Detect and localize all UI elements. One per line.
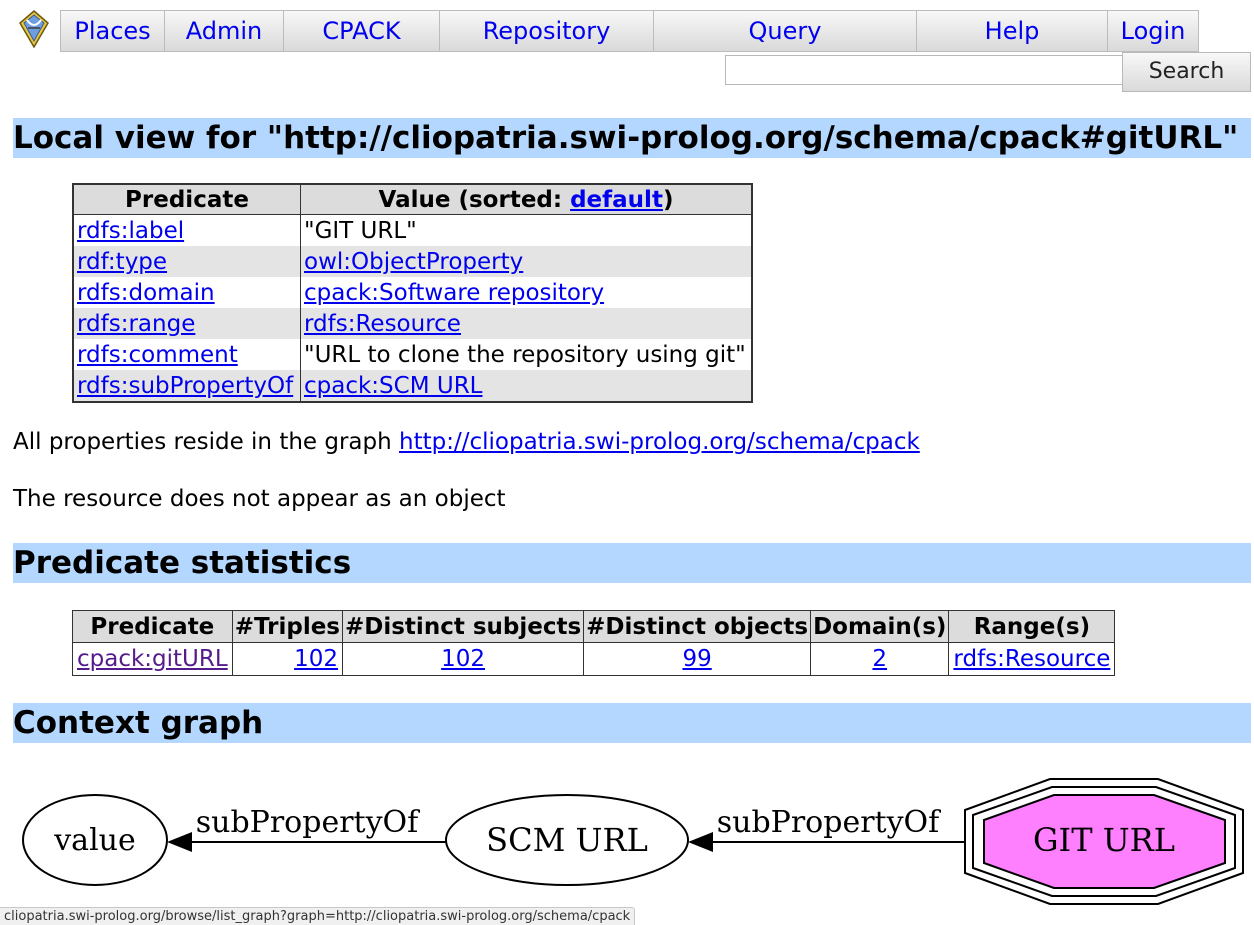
table-row: cpack:gitURL 102 102 99 2 rdfs:Resource — [72, 642, 1116, 676]
menu-item-cpack[interactable]: CPACK — [284, 11, 440, 51]
local-view-table: Predicate Value (sorted: default) rdfs:l… — [72, 183, 753, 403]
graph-node-scm-url-label: SCM URL — [486, 821, 648, 859]
menu-item-repository[interactable]: Repository — [440, 11, 654, 51]
distinct-objects-link[interactable]: 99 — [682, 646, 711, 672]
graph-edge-label-2: subPropertyOf — [717, 805, 941, 840]
value-cell: owl:ObjectProperty — [300, 246, 753, 277]
graph-note-text: All properties reside in the graph — [13, 429, 400, 455]
graph-edge-subpropertyof-1: subPropertyOf — [167, 805, 446, 852]
stats-header-ranges: Range(s) — [948, 610, 1116, 643]
stats-header-distinct-subjects: #Distinct subjects — [341, 610, 585, 643]
predicate-link[interactable]: rdfs:domain — [77, 280, 215, 306]
stats-header-triples: #Triples — [231, 610, 344, 643]
ranges-link[interactable]: rdfs:Resource — [953, 646, 1110, 672]
domains-link[interactable]: 2 — [872, 646, 887, 672]
graph-node-value-label: value — [53, 823, 136, 858]
search-input[interactable] — [725, 55, 1134, 85]
sort-default-link[interactable]: default — [570, 187, 663, 213]
table-row: rdfs:comment "URL to clone the repository… — [73, 339, 753, 370]
value-link[interactable]: owl:ObjectProperty — [304, 249, 523, 275]
object-note: The resource does not appear as an objec… — [13, 486, 506, 512]
menu-item-admin[interactable]: Admin — [165, 11, 284, 51]
graph-edge-subpropertyof-2: subPropertyOf — [688, 805, 965, 852]
table-row: rdfs:range rdfs:Resource — [73, 308, 753, 339]
stats-cell-distinct-subjects: 102 — [341, 642, 585, 676]
value-cell: "GIT URL" — [300, 214, 753, 246]
predicate-link[interactable]: rdfs:comment — [77, 342, 238, 368]
graph-node-git-url[interactable]: GIT URL — [964, 778, 1244, 905]
predicate-statistics-table: Predicate #Triples #Distinct subjects #D… — [72, 610, 1116, 676]
value-literal: "GIT URL" — [304, 217, 417, 244]
stats-header-predicate: Predicate — [72, 610, 233, 643]
triples-link[interactable]: 102 — [294, 646, 338, 672]
value-link[interactable]: cpack:Software repository — [304, 280, 604, 306]
menu-item-query[interactable]: Query — [654, 11, 917, 51]
stats-cell-triples: 102 — [231, 642, 344, 676]
table-row: rdf:type owl:ObjectProperty — [73, 246, 753, 277]
table-row: rdfs:subPropertyOf cpack:SCM URL — [73, 370, 753, 402]
menu-item-login[interactable]: Login — [1108, 11, 1199, 51]
menu-item-places[interactable]: Places — [61, 11, 165, 51]
predicate-link[interactable]: rdfs:range — [77, 311, 195, 337]
value-cell: cpack:SCM URL — [300, 370, 753, 402]
page-title: Local view for "http://cliopatria.swi-pr… — [13, 118, 1251, 158]
predicate-link[interactable]: rdfs:subPropertyOf — [77, 373, 293, 399]
value-literal: "URL to clone the repository using git" — [304, 341, 746, 368]
predicate-link[interactable]: cpack:gitURL — [77, 646, 228, 672]
column-header-predicate: Predicate — [72, 183, 301, 215]
value-cell: cpack:Software repository — [300, 277, 753, 308]
stats-cell-predicate: cpack:gitURL — [72, 642, 233, 676]
stats-cell-ranges: rdfs:Resource — [948, 642, 1116, 676]
menu-item-help[interactable]: Help — [917, 11, 1108, 51]
status-bar-url: cliopatria.swi-prolog.org/browse/list_gr… — [0, 907, 636, 925]
predicate-link[interactable]: rdfs:label — [77, 218, 184, 244]
table-row: rdfs:label "GIT URL" — [73, 214, 753, 246]
predicate-statistics-heading: Predicate statistics — [13, 543, 1251, 583]
graph-node-git-url-label: GIT URL — [1033, 821, 1175, 859]
distinct-subjects-link[interactable]: 102 — [441, 646, 485, 672]
stats-cell-distinct-objects: 99 — [583, 642, 812, 676]
context-graph: value subPropertyOf SCM URL subPropertyO… — [22, 778, 1244, 905]
predicate-cell: rdfs:label — [73, 214, 301, 246]
column-header-value: Value (sorted: default) — [300, 183, 753, 215]
predicate-cell: rdfs:range — [73, 308, 301, 339]
main-menu: Places Admin CPACK Repository Query Help… — [60, 10, 1199, 52]
stats-header-distinct-objects: #Distinct objects — [583, 610, 812, 643]
value-header-prefix: Value (sorted: — [378, 186, 571, 213]
graph-edge-label-1: subPropertyOf — [196, 805, 420, 840]
value-link[interactable]: cpack:SCM URL — [304, 373, 483, 399]
value-link[interactable]: rdfs:Resource — [304, 311, 461, 337]
cliopatria-logo-icon[interactable] — [18, 10, 50, 49]
context-graph-heading: Context graph — [13, 703, 1251, 743]
value-cell: rdfs:Resource — [300, 308, 753, 339]
graph-note: All properties reside in the graph http:… — [13, 429, 920, 455]
graph-link[interactable]: http://cliopatria.swi-prolog.org/schema/… — [399, 429, 920, 455]
predicate-link[interactable]: rdf:type — [77, 249, 167, 275]
value-header-suffix: ) — [662, 186, 674, 213]
predicate-cell: rdfs:comment — [73, 339, 301, 370]
table-row: rdfs:domain cpack:Software repository — [73, 277, 753, 308]
value-cell: "URL to clone the repository using git" — [300, 339, 753, 370]
stats-header-domains: Domain(s) — [810, 610, 950, 643]
graph-node-value[interactable]: value — [22, 794, 168, 886]
predicate-cell: rdfs:subPropertyOf — [73, 370, 301, 402]
stats-cell-domains: 2 — [810, 642, 950, 676]
predicate-cell: rdfs:domain — [73, 277, 301, 308]
search-button[interactable]: Search — [1122, 52, 1251, 92]
graph-node-scm-url[interactable]: SCM URL — [445, 794, 689, 886]
predicate-cell: rdf:type — [73, 246, 301, 277]
